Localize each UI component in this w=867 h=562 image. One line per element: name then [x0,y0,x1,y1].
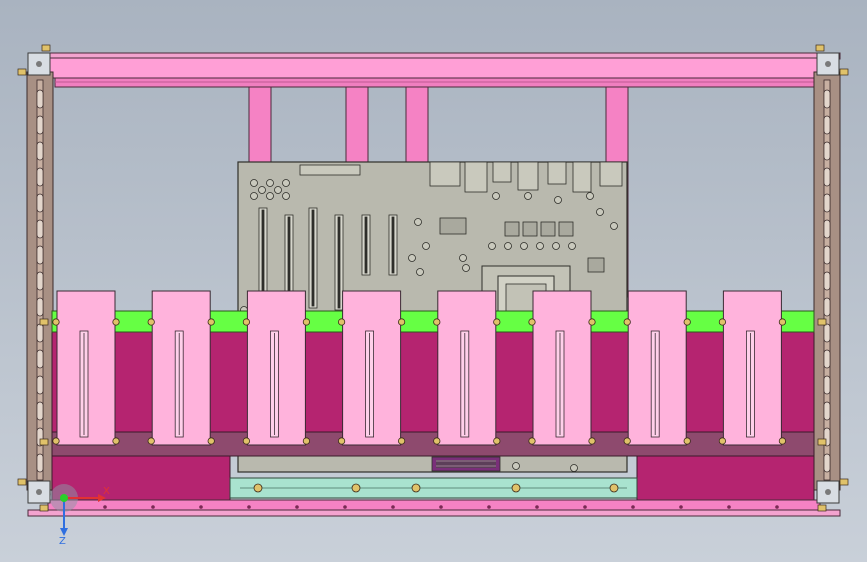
screw-icon [623,318,631,326]
screw-icon [397,318,406,326]
screw-icon [337,318,346,326]
gpu-card-1 [52,290,120,446]
left-side-rail [26,71,54,491]
screw-icon [433,437,441,445]
screw-icon [147,437,155,445]
gpu-card-2 [147,290,215,446]
bottom-mint-rail [229,477,638,499]
screw-icon [147,318,155,326]
screw-icon [528,318,536,326]
right-side-rail [813,71,841,491]
screw-icon [493,437,501,445]
screw-icon [433,318,441,326]
screw-icon [242,437,250,445]
screw-icon [683,437,691,445]
screw-icon [588,318,596,326]
gpu-card-6 [528,290,596,446]
screw-icon [207,437,215,445]
bottom-frame-bar [27,499,841,517]
screw-icon [52,437,60,445]
screw-icon [718,318,727,326]
screw-icon [207,318,215,326]
screw-icon [493,318,501,326]
screw-icon [683,318,691,326]
screw-icon [778,318,787,326]
screw-icon [112,437,120,445]
screw-icon [302,437,310,445]
screw-icon [112,318,120,326]
screw-icon [242,318,250,326]
screw-icon [397,437,406,445]
gpu-card-5 [433,290,501,446]
screw-icon [528,437,536,445]
front-panel-header [431,456,501,472]
screw-icon [718,437,727,445]
gpu-card-3 [242,290,310,446]
screw-icon [337,437,346,445]
top-frame-bar [27,52,841,88]
screw-icon [302,318,310,326]
triad-x-label: X [103,486,110,497]
screw-icon [778,437,787,445]
assembly-drawing: X Z [0,0,867,562]
gpu-card-4 [337,290,406,446]
screw-icon [588,437,596,445]
screw-icon [623,437,631,445]
triad-z-label: Z [59,536,66,547]
gpu-card-8 [718,290,787,446]
screw-icon [52,318,60,326]
cad-viewport[interactable]: X Z [0,0,867,562]
gpu-card-7 [623,290,691,446]
